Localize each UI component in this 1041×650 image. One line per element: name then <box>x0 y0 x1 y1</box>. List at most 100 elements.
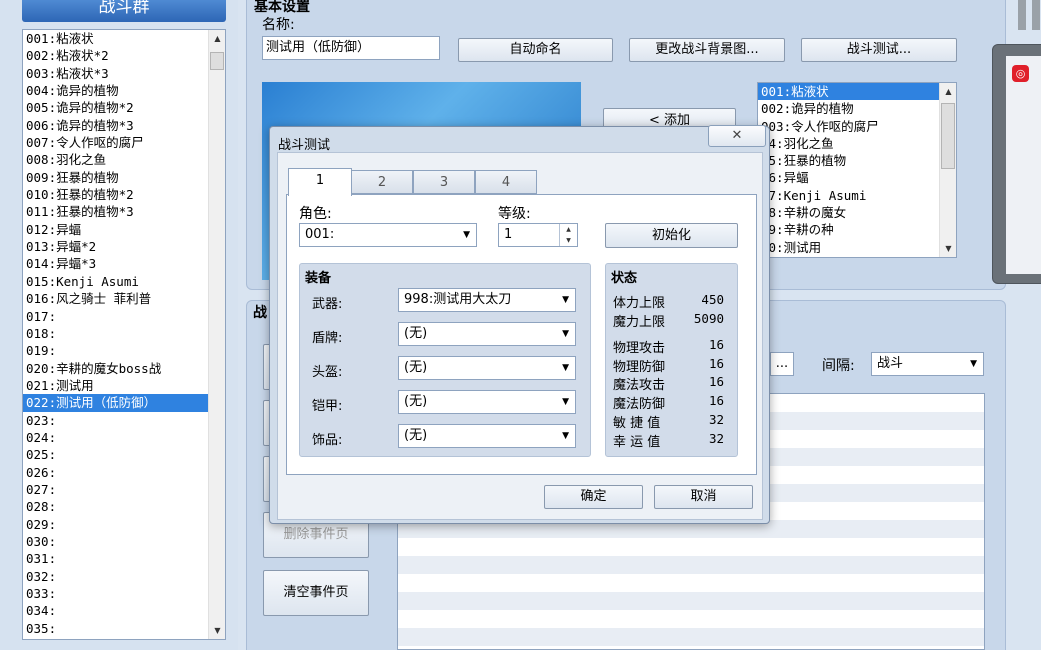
troop-list-item[interactable]: 015:Kenji Asumi <box>23 273 225 290</box>
stat-label: 物理攻击 <box>613 341 666 356</box>
battle-test-button[interactable]: 战斗测试... <box>801 38 957 62</box>
troop-list-item[interactable]: 003:粘液状*3 <box>23 65 225 82</box>
troop-list-item[interactable]: 023: <box>23 412 225 429</box>
troop-list-item[interactable]: 028: <box>23 498 225 515</box>
enemy-list-item[interactable]: 07:Kenji Asumi <box>758 187 956 204</box>
scroll-thumb[interactable] <box>210 52 224 70</box>
troop-list-item[interactable]: 006:诡异的植物*3 <box>23 117 225 134</box>
enemy-list-item[interactable]: 08:辛耕の魔女 <box>758 204 956 221</box>
initialize-button[interactable]: 初始化 <box>605 223 738 248</box>
troop-list-item[interactable]: 008:羽化之鱼 <box>23 151 225 168</box>
equip-slot-value: 998:测试用大太刀 <box>404 292 512 307</box>
cancel-button[interactable]: 取消 <box>654 485 753 509</box>
scroll-down-icon[interactable]: ▼ <box>940 240 956 257</box>
troop-list-item[interactable]: 022:测试用（低防御） <box>23 394 225 412</box>
troop-list-item[interactable]: 031: <box>23 550 225 567</box>
enemy-list-item[interactable]: 003:令人作呕的腐尸 <box>758 118 956 135</box>
troop-list-item[interactable]: 024: <box>23 429 225 446</box>
name-label: 名称: <box>262 17 295 33</box>
chevron-down-icon: ▼ <box>970 359 977 369</box>
troop-list-item[interactable]: 009:狂暴的植物 <box>23 169 225 186</box>
troop-list-item[interactable]: 034: <box>23 602 225 619</box>
troop-list-item[interactable]: 018: <box>23 325 225 342</box>
troop-list-item[interactable]: 004:诡异的植物 <box>23 82 225 99</box>
equip-slot-select[interactable]: (无) ▼ <box>398 424 576 448</box>
troop-list-item[interactable]: 007:令人作呕的腐尸 <box>23 134 225 151</box>
troop-list-item[interactable]: 013:异蝠*2 <box>23 238 225 255</box>
troop-list-item[interactable]: 026: <box>23 464 225 481</box>
actor-select[interactable]: 001: ▼ <box>299 223 477 247</box>
troop-list-item[interactable]: 005:诡异的植物*2 <box>23 99 225 116</box>
troop-list-item[interactable]: 020:辛耕的魔女boss战 <box>23 360 225 377</box>
equip-slot-select[interactable]: (无) ▼ <box>398 322 576 346</box>
event-command-row[interactable] <box>398 592 984 610</box>
equip-slot-label: 武器: <box>312 297 343 312</box>
troop-list-item[interactable]: 012:异蝠 <box>23 221 225 238</box>
equip-slot-select[interactable]: 998:测试用大太刀 ▼ <box>398 288 576 312</box>
equip-slot-select[interactable]: (无) ▼ <box>398 356 576 380</box>
enemy-list-item[interactable]: 06:异蝠 <box>758 169 956 186</box>
scroll-up-icon[interactable]: ▲ <box>940 83 956 100</box>
troop-list-item[interactable]: 032: <box>23 568 225 585</box>
troop-list-item[interactable]: 016:风之骑士 菲利普 <box>23 290 225 307</box>
spin-down-icon[interactable]: ▼ <box>559 235 577 246</box>
span-select[interactable]: 战斗 ▼ <box>871 352 984 376</box>
chevron-down-icon: ▼ <box>562 295 569 305</box>
equip-slot-select[interactable]: (无) ▼ <box>398 390 576 414</box>
tab-1[interactable]: 1 <box>288 168 352 196</box>
troop-name-input[interactable]: 测试用（低防御） <box>262 36 440 60</box>
auto-name-button[interactable]: 自动命名 <box>458 38 613 62</box>
stat-value: 5090 <box>693 311 724 326</box>
scroll-up-icon[interactable]: ▲ <box>209 30 225 47</box>
enemy-list-item[interactable]: 001:粘液状 <box>758 83 956 101</box>
enemy-list-item[interactable]: 05:狂暴的植物 <box>758 152 956 169</box>
troop-list-item[interactable]: 010:狂暴的植物*2 <box>23 186 225 203</box>
stat-value: 16 <box>708 356 724 371</box>
troop-list-item[interactable]: 027: <box>23 481 225 498</box>
tab-2[interactable]: 2 <box>351 170 413 194</box>
troop-list-item[interactable]: 014:异蝠*3 <box>23 255 225 272</box>
level-stepper[interactable]: 1 ▲ ▼ <box>498 223 578 247</box>
tab-4[interactable]: 4 <box>475 170 537 194</box>
netease-music-icon[interactable]: ◎ <box>1012 65 1029 82</box>
troop-list[interactable]: 001:粘液状 002:粘液状*2 003:粘液状*3 004:诡异的植物 005:诡异… <box>22 29 226 640</box>
troop-list-item[interactable]: 011:狂暴的植物*3 <box>23 203 225 220</box>
battle-events-title: 战 <box>253 305 267 321</box>
event-command-row[interactable] <box>398 574 984 592</box>
troop-list-item[interactable]: 001:粘液状 <box>23 30 225 47</box>
event-command-row[interactable] <box>398 610 984 628</box>
enemy-list-item[interactable]: 10:测试用 <box>758 239 956 256</box>
troop-list-item[interactable]: 002:粘液状*2 <box>23 47 225 64</box>
troop-list-item[interactable]: 035: <box>23 620 225 637</box>
stat-label: 体力上限 <box>613 296 666 311</box>
enemy-list-item[interactable]: 002:诡异的植物 <box>758 100 956 117</box>
clear-event-page-button[interactable]: 清空事件页 <box>263 570 369 616</box>
scroll-down-icon[interactable]: ▼ <box>209 622 225 639</box>
troop-list-item[interactable]: 030: <box>23 533 225 550</box>
troop-list-item[interactable]: 021:测试用 <box>23 377 225 394</box>
troop-list-item[interactable]: 017: <box>23 308 225 325</box>
spin-up-icon[interactable]: ▲ <box>559 224 577 235</box>
stat-value: 32 <box>708 412 724 427</box>
tab-3[interactable]: 3 <box>413 170 475 194</box>
equip-slot-value: (无) <box>404 428 428 443</box>
change-battleback-button[interactable]: 更改战斗背景图... <box>629 38 785 62</box>
enemy-list-item[interactable]: 09:辛耕の种 <box>758 221 956 238</box>
event-command-row[interactable] <box>398 538 984 556</box>
event-command-row[interactable] <box>398 628 984 646</box>
troop-list-item[interactable]: 025: <box>23 446 225 463</box>
equip-slot-label: 饰品: <box>312 433 343 448</box>
condition-ellipsis-button[interactable]: ... <box>770 352 794 376</box>
enemy-list-item[interactable]: 04:羽化之鱼 <box>758 135 956 152</box>
troop-list-item[interactable]: 019: <box>23 342 225 359</box>
close-icon[interactable]: ✕ <box>708 125 766 147</box>
troop-list-item[interactable]: 029: <box>23 516 225 533</box>
scroll-thumb[interactable] <box>941 103 955 169</box>
background-window-content <box>1006 56 1041 274</box>
enemy-list[interactable]: 001:粘液状 002:诡异的植物 003:令人作呕的腐尸 04:羽化之鱼 05:狂暴的… <box>757 82 957 258</box>
ok-button[interactable]: 确定 <box>544 485 643 509</box>
event-command-row[interactable] <box>398 556 984 574</box>
troop-list-item[interactable]: 033: <box>23 585 225 602</box>
enemy-list-scrollbar[interactable]: ▲ ▼ <box>939 83 956 257</box>
troop-list-scrollbar[interactable]: ▲ ▼ <box>208 30 225 639</box>
